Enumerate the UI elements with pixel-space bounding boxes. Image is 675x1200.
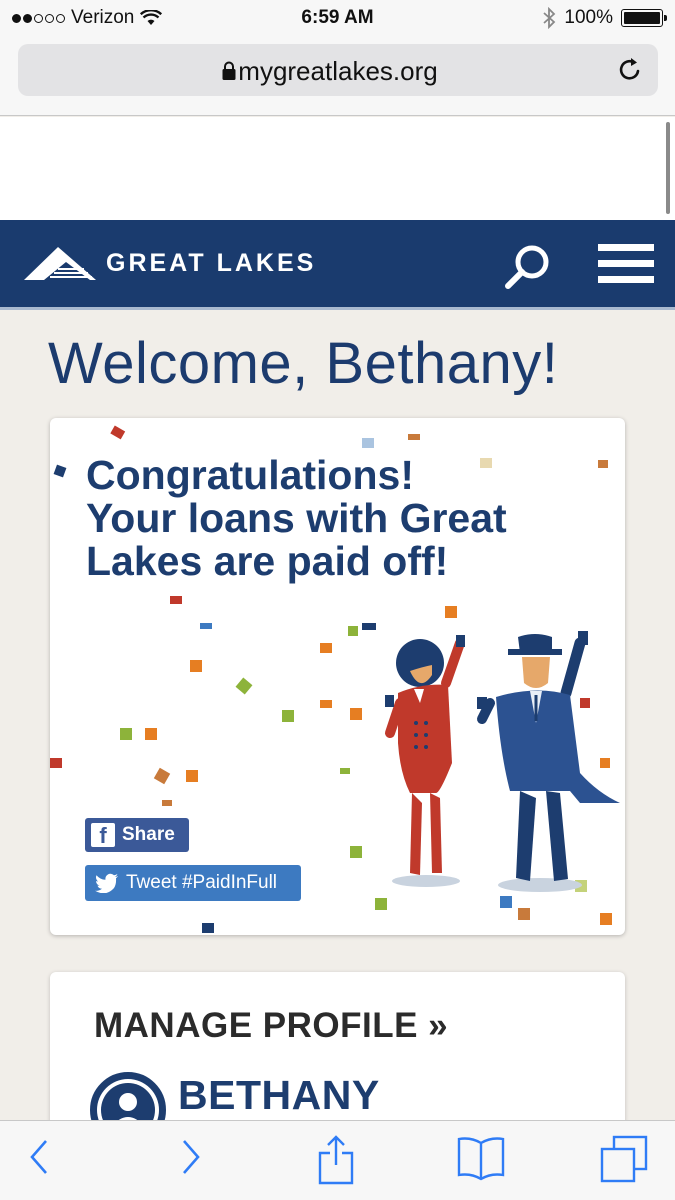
forward-icon[interactable] [176, 1135, 204, 1179]
hamburger-menu-icon[interactable] [598, 244, 654, 288]
search-icon [505, 245, 549, 289]
congrats-line-1: Congratulations! [86, 452, 414, 498]
celebration-illustration [385, 631, 620, 892]
scroll-indicator[interactable] [666, 122, 670, 214]
tweet-label: Tweet #PaidInFull [126, 872, 278, 893]
back-icon[interactable] [26, 1135, 54, 1179]
battery-icon [621, 9, 667, 27]
browser-toolbar [0, 1120, 675, 1200]
tweet-button[interactable]: Tweet #PaidInFull [85, 865, 301, 901]
congrats-card: Congratulations! Your loans with Great L… [50, 418, 625, 935]
mountain-logo-icon [24, 247, 96, 280]
search-button[interactable] [500, 242, 556, 292]
address-bar[interactable]: mygreatlakes.org [18, 44, 658, 96]
reload-icon[interactable] [616, 56, 644, 84]
facebook-share-button[interactable]: f Share [85, 818, 189, 852]
status-right: 100% [542, 7, 667, 29]
share-label: Share [122, 824, 175, 845]
profile-name: BETHANY [178, 1072, 380, 1118]
site-header: GREAT LAKES [0, 220, 675, 310]
page-blank-area [0, 117, 675, 220]
congrats-line-2: Your loans with Great Lakes are paid off… [86, 495, 507, 584]
bluetooth-icon [543, 7, 556, 29]
status-bar: Verizon 6:59 AM 100% [0, 0, 675, 38]
page-title: Welcome, Bethany! [48, 331, 559, 396]
battery-percent: 100% [564, 7, 613, 28]
bookmarks-icon[interactable] [456, 1135, 506, 1181]
url-text: mygreatlakes.org [238, 56, 438, 86]
manage-profile-link[interactable]: MANAGE PROFILE » [94, 1006, 448, 1046]
logo-text: GREAT LAKES [106, 248, 317, 277]
facebook-icon: f [91, 823, 115, 848]
browser-chrome: mygreatlakes.org [0, 38, 675, 116]
great-lakes-logo[interactable]: GREAT LAKES [24, 245, 316, 281]
twitter-icon [95, 873, 118, 893]
share-icon[interactable] [316, 1135, 356, 1185]
congrats-heading: Congratulations! Your loans with Great L… [86, 454, 586, 583]
tabs-icon[interactable] [600, 1135, 648, 1183]
